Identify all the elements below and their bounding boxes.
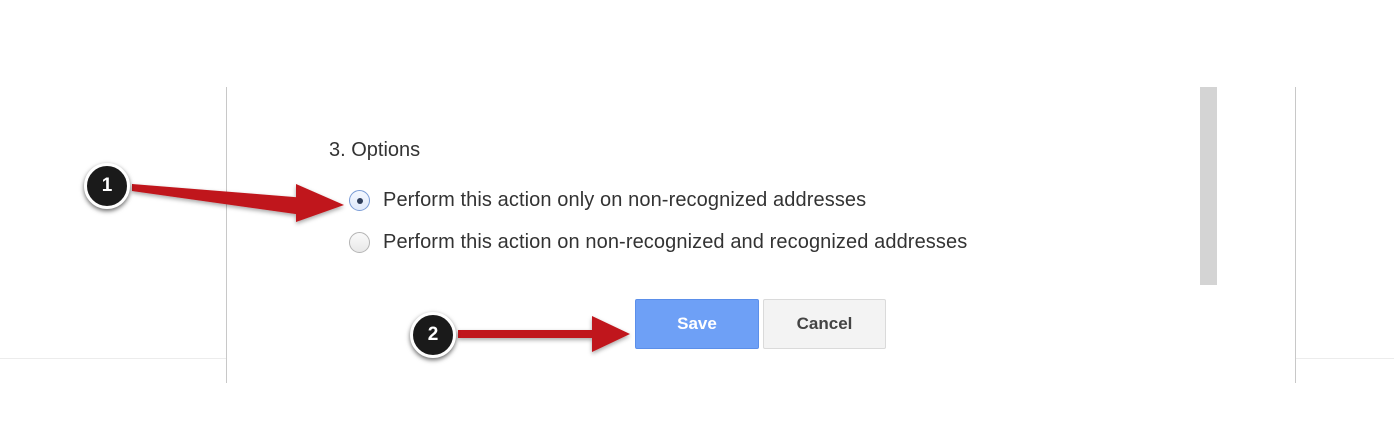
arrow-to-save-icon [458,316,630,352]
arrow-to-radio-icon [132,184,344,222]
annotation-arrows [132,184,630,352]
callout-badge: 2 [410,312,456,358]
callout-badge: 1 [84,163,130,209]
